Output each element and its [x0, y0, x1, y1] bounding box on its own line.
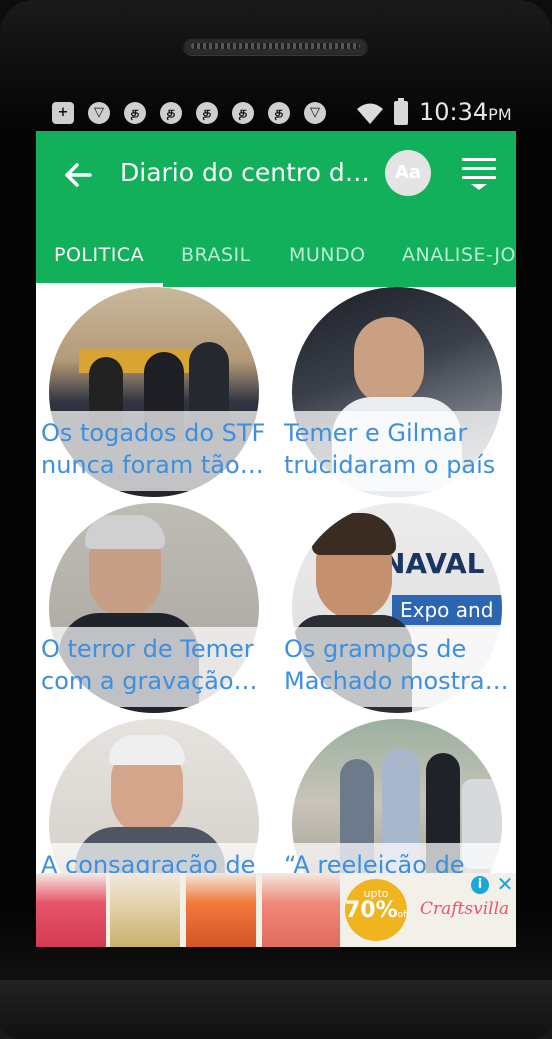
tamil-glyph-icon: த [160, 102, 182, 124]
hamburger-menu-icon[interactable] [462, 158, 496, 192]
tamil-glyph-icon: த [268, 102, 290, 124]
tab-mundo[interactable]: MUNDO [289, 227, 366, 287]
ad-brand-name: Craftsvilla [420, 899, 510, 919]
article-card[interactable]: NAVAL Expo and Os grampos de Machado mos… [279, 503, 516, 719]
ad-badge-suffix: off [397, 910, 410, 920]
article-title[interactable]: O terror de Temer com a gravação de Mach… [41, 633, 269, 697]
shield-icon: ▽ [88, 102, 110, 124]
tab-politica[interactable]: POLITICA [54, 227, 144, 287]
article-grid: Os togados do STF nunca foram tão honrad… [36, 287, 516, 873]
plus-square-icon: + [52, 102, 74, 124]
ad-model-image [262, 873, 340, 947]
page-title: Diario do centro do mundo [120, 158, 370, 187]
article-card[interactable]: “A reeleição de Dilma” [279, 719, 516, 873]
ad-banner[interactable]: upto 70%off Craftsvilla i ✕ [36, 873, 516, 947]
tab-brasil[interactable]: BRASIL [181, 227, 251, 287]
font-size-label: Aa [394, 162, 422, 183]
shield-icon: ▽ [304, 102, 326, 124]
article-card[interactable]: Os togados do STF nunca foram tão honrad… [36, 287, 276, 503]
article-card[interactable]: A consagração de FHC [36, 719, 276, 873]
app-screen: Diario do centro do mundo Aa POLITICA BR… [36, 131, 516, 947]
ad-model-image [110, 873, 180, 947]
app-bar: Diario do centro do mundo Aa POLITICA BR… [36, 131, 516, 287]
wifi-icon [357, 103, 383, 124]
article-title[interactable]: Os grampos de Machado mostram tudo [284, 633, 512, 697]
article-title[interactable]: Temer e Gilmar trucidaram o país [284, 417, 512, 481]
article-card[interactable]: O terror de Temer com a gravação de Mach… [36, 503, 276, 719]
tab-analise-jornal[interactable]: ANALISE-JORNAL [402, 227, 516, 287]
clock-time: 10:34 [419, 98, 489, 126]
tamil-glyph-icon: த [196, 102, 218, 124]
arrow-left-icon[interactable] [60, 157, 96, 193]
ad-badge-value: 70% [345, 898, 398, 923]
status-clock: 10:34PM [419, 98, 512, 126]
font-size-button[interactable]: Aa [385, 150, 431, 196]
article-title[interactable]: Os togados do STF nunca foram tão honrad… [41, 417, 269, 481]
category-tabs: POLITICA BRASIL MUNDO ANALISE-JORNAL [36, 227, 516, 287]
clock-ampm: PM [488, 105, 512, 124]
battery-icon [394, 98, 408, 125]
tamil-glyph-icon: த [124, 102, 146, 124]
ad-model-image [186, 873, 256, 947]
phone-chin [0, 980, 552, 1039]
status-bar: + ▽ த த த த த ▽ 10:34PM [36, 92, 516, 132]
ad-model-image [36, 873, 106, 947]
earpiece-speaker [183, 37, 368, 55]
tamil-glyph-icon: த [232, 102, 254, 124]
article-title[interactable]: A consagração de FHC [41, 849, 269, 873]
close-icon[interactable]: ✕ [495, 874, 515, 894]
info-icon[interactable]: i [471, 876, 489, 894]
article-card[interactable]: Temer e Gilmar trucidaram o país [279, 287, 516, 503]
article-title[interactable]: “A reeleição de Dilma” [284, 849, 512, 873]
ad-discount-badge: upto 70%off [345, 879, 410, 941]
